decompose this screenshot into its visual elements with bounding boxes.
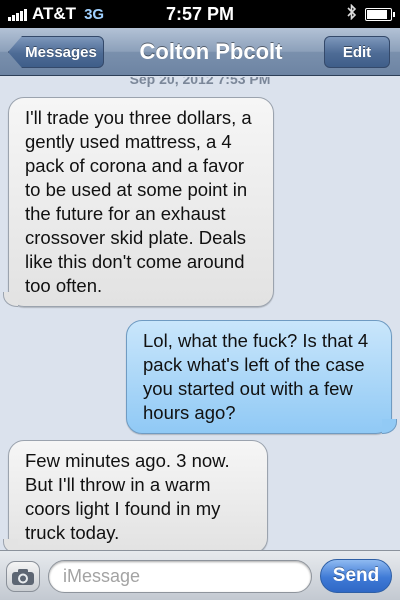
messages-back-button[interactable]: Messages	[8, 36, 104, 68]
bluetooth-icon	[347, 3, 357, 25]
received-message-bubble[interactable]: I'll trade you three dollars, a gently u…	[3, 97, 274, 307]
status-bar: AT&T 3G 7:57 PM	[0, 0, 400, 28]
edit-button[interactable]: Edit	[324, 36, 390, 68]
camera-button[interactable]	[6, 561, 40, 592]
network-type: 3G	[84, 5, 105, 23]
battery-icon	[365, 7, 395, 21]
status-right	[347, 3, 395, 25]
status-left: AT&T 3G	[8, 4, 104, 24]
navigation-bar: Messages Colton Pbcolt Edit	[0, 28, 400, 76]
camera-icon	[12, 568, 34, 585]
battery-level	[367, 9, 387, 19]
carrier-name: AT&T	[32, 4, 77, 23]
signal-strength-icon	[8, 7, 27, 21]
sent-message-bubble[interactable]: Lol, what the fuck? Is that 4 pack what'…	[126, 320, 397, 434]
message-thread[interactable]: Sep 20, 2012 7:53 PM I'll trade you thre…	[0, 77, 400, 550]
conversation-title: Colton Pbcolt	[139, 39, 283, 64]
received-message-bubble[interactable]: Few minutes ago. 3 now. But I'll throw i…	[3, 440, 268, 550]
message-timestamp: Sep 20, 2012 7:53 PM	[129, 77, 271, 87]
message-composer: Send	[0, 550, 400, 600]
imessage-input[interactable]	[48, 560, 312, 593]
send-button[interactable]: Send	[320, 559, 392, 593]
